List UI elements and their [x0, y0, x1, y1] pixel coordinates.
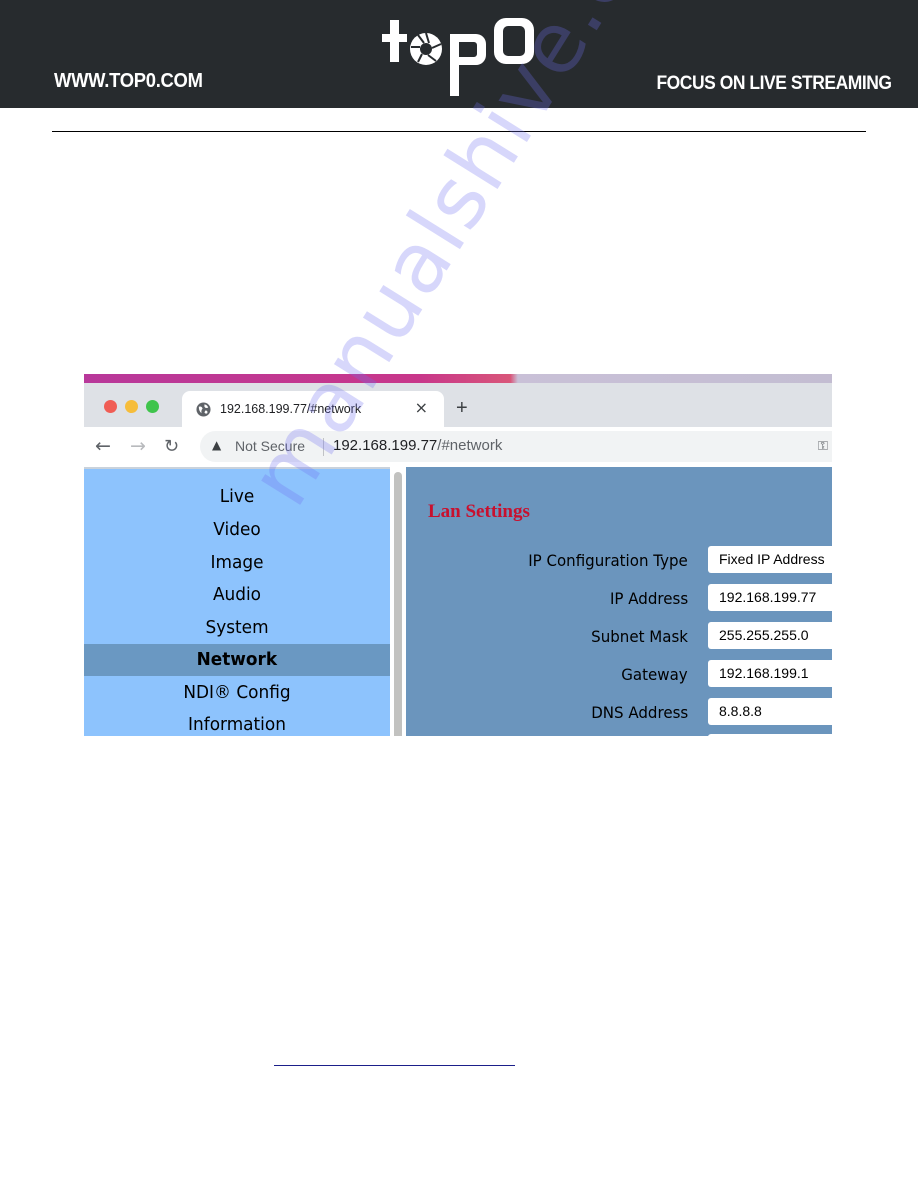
dns-address-label: DNS Address: [590, 703, 688, 722]
address-bar[interactable]: ▲ Not Secure 192.168.199.77/#network: [200, 431, 832, 462]
reload-icon[interactable]: ↻: [164, 436, 179, 457]
url-host: 192.168.199.77: [333, 437, 438, 454]
ip-address-label: IP Address: [609, 589, 688, 608]
sidebar-item-network[interactable]: Network: [84, 644, 390, 676]
ip-config-type-select[interactable]: Fixed IP Address: [708, 546, 832, 573]
browser-screenshot: 192.168.199.77/#network × + ← → ↻ ▲ Not …: [84, 374, 832, 736]
new-tab-button[interactable]: +: [456, 397, 468, 420]
desktop-background-strip: [84, 374, 832, 383]
web-page-content: Live Video Image Audio System Network ND…: [84, 467, 832, 736]
close-window-button[interactable]: [104, 400, 117, 413]
key-icon[interactable]: ⚿: [818, 439, 828, 454]
site-url: WWW.TOP0.COM: [54, 70, 203, 92]
scrollbar-thumb[interactable]: [394, 472, 402, 736]
page-header-banner: WWW.TOP0.COM FOCUS ON LIVE STREAMING: [0, 0, 918, 108]
minimize-window-button[interactable]: [125, 400, 138, 413]
url-path: /#network: [437, 437, 503, 454]
sidebar-item-video[interactable]: Video: [93, 514, 381, 546]
close-tab-icon[interactable]: ×: [415, 398, 428, 417]
sidebar-item-live[interactable]: Live: [93, 481, 381, 513]
sidebar-nav: Live Video Image Audio System Network ND…: [84, 467, 390, 736]
tagline: FOCUS ON LIVE STREAMING: [656, 73, 893, 94]
gateway-input[interactable]: 192.168.199.1: [708, 660, 832, 687]
address-separator: [323, 438, 324, 456]
dns-address-input[interactable]: 8.8.8.8: [708, 698, 832, 725]
ip-address-input[interactable]: 192.168.199.77: [708, 584, 832, 611]
globe-icon: [196, 401, 211, 417]
tab-title: 192.168.199.77/#network: [220, 402, 362, 416]
sidebar-item-system[interactable]: System: [93, 612, 381, 644]
warning-icon[interactable]: ▲: [212, 438, 221, 452]
lan-settings-panel: Lan Settings IP Configuration Type Fixed…: [406, 467, 832, 736]
header-divider: [52, 131, 866, 132]
sidebar-item-image[interactable]: Image: [93, 547, 381, 579]
sidebar-item-network-label: Network: [196, 649, 278, 670]
top0-logo: [382, 18, 534, 96]
subnet-mask-input[interactable]: 255.255.255.0: [708, 622, 832, 649]
hyperlink-underline[interactable]: [274, 1065, 515, 1066]
section-title: Lan Settings: [428, 501, 530, 522]
sidebar-item-ndi-config[interactable]: NDI® Config: [93, 677, 381, 709]
tab-bar: 192.168.199.77/#network × +: [84, 383, 832, 427]
browser-tab[interactable]: 192.168.199.77/#network ×: [182, 391, 444, 427]
sidebar-scrollbar[interactable]: [390, 467, 406, 736]
gateway-label: Gateway: [621, 665, 688, 684]
security-label[interactable]: Not Secure: [235, 438, 305, 454]
browser-toolbar: ← → ↻ ▲ Not Secure 192.168.199.77/#netwo…: [84, 427, 832, 467]
sidebar-item-audio[interactable]: Audio: [93, 579, 381, 611]
back-arrow-icon[interactable]: ←: [95, 435, 111, 457]
aperture-icon: [410, 32, 442, 65]
subnet-mask-label: Subnet Mask: [591, 627, 688, 646]
forward-arrow-icon[interactable]: →: [130, 435, 146, 457]
maximize-window-button[interactable]: [146, 400, 159, 413]
ip-config-type-label: IP Configuration Type: [528, 551, 688, 570]
next-field-input[interactable]: [708, 734, 832, 736]
url-text[interactable]: 192.168.199.77/#network: [333, 437, 502, 454]
sidebar-item-information[interactable]: Information: [93, 709, 381, 736]
